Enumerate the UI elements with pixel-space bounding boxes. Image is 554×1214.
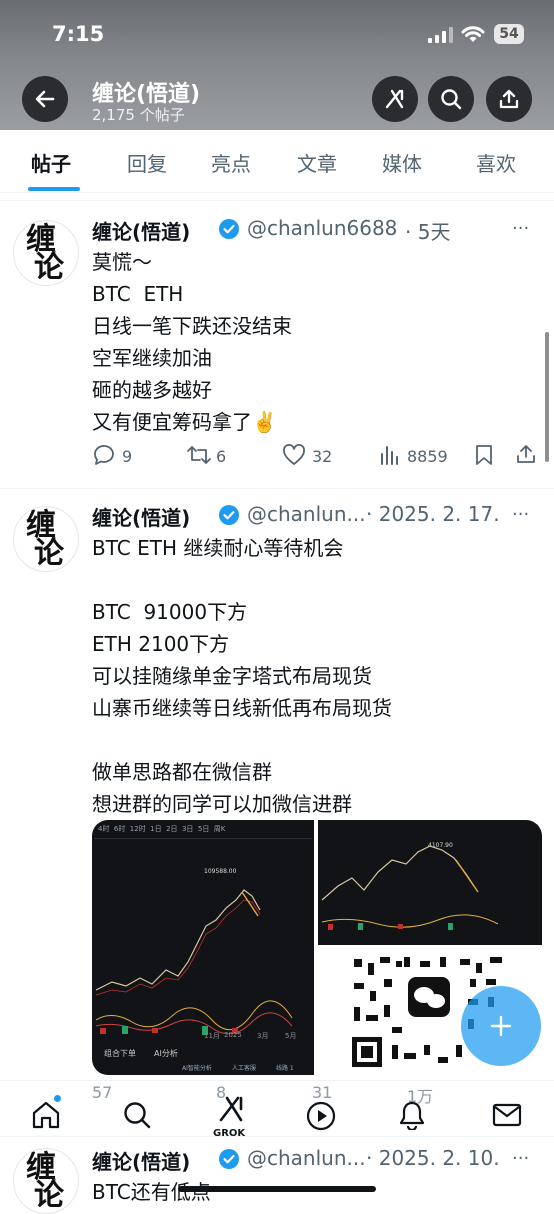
tab-likes[interactable]: 喜欢 [476,148,516,177]
candlestick-chart-right [321,845,499,930]
tab-replies[interactable]: 回复 [127,148,167,177]
divider [0,200,554,201]
active-tab-indicator [28,187,80,191]
chart-footer-item: AI智能分析 [182,1065,212,1072]
verified-badge-icon [219,505,239,525]
avatar-char: 论 [34,536,64,571]
avatar[interactable]: 缠 论 [13,506,79,572]
messages-envelope-icon[interactable] [492,1102,522,1128]
repost-count: 6 [216,447,227,466]
avatar-char: 论 [34,250,64,285]
back-button[interactable] [22,76,68,122]
scrollbar[interactable] [545,332,549,462]
reply-count: 9 [122,447,133,466]
compose-fab[interactable] [461,986,541,1066]
search-icon [441,89,462,110]
wifi-icon [461,26,485,42]
plus-icon [490,1015,512,1037]
chart-image-right[interactable]: 4107.90 [318,820,542,945]
chart-footer-item: 人工客服 [232,1065,257,1072]
grok-icon [385,89,404,109]
verified-badge-icon [219,219,239,239]
avatar[interactable]: 缠 论 [13,1148,79,1214]
video-play-icon[interactable] [305,1100,337,1132]
repost-icon[interactable] [186,444,212,466]
chart-footer-item: 线路 1 [276,1065,294,1072]
author-handle[interactable]: @chanlun6688 [247,216,397,240]
chart-axis-label: 2025 [224,1031,242,1039]
post-text: BTC还有低点 [92,1180,211,1204]
chart-axis-label: 5月 [285,1032,297,1040]
bottom-nav [0,1080,554,1137]
author-name[interactable]: 缠论(悟道) [92,216,190,245]
chart-axis-label: 11月 [204,1032,220,1040]
notification-dot [54,1095,61,1102]
grok-label[interactable]: GROK [213,1128,245,1139]
divider [94,838,312,839]
post-text: 莫慌～ BTC ETH 日线一笔下跌还没结束 空军继续加油 砸的越多越好 又有便… [92,250,292,434]
view-count: 8859 [407,447,448,466]
like-icon[interactable] [282,444,306,466]
reply-icon[interactable] [92,444,116,466]
home-icon[interactable] [30,1100,62,1130]
chart-axis-label: 3月 [257,1032,269,1040]
notifications-bell-icon[interactable] [398,1100,426,1130]
share-profile-button[interactable] [486,76,532,122]
author-name[interactable]: 缠论(悟道) [92,502,190,531]
tab-highlights[interactable]: 亮点 [211,148,251,177]
grok-button[interactable] [372,76,418,122]
avatar[interactable]: 缠 论 [13,220,79,286]
more-options-icon[interactable]: ··· [512,1148,529,1169]
grok-icon[interactable] [216,1094,246,1124]
author-name[interactable]: 缠论(悟道) [92,1146,190,1175]
post-time[interactable]: · 2025. 2. 10. [366,1146,500,1170]
more-options-icon[interactable]: ··· [512,504,529,525]
post-text: BTC ETH 继续耐心等待机会 BTC 91000下方 ETH 2100下方 … [92,536,392,816]
status-time: 7:15 [52,22,105,46]
bookmark-icon[interactable] [474,444,494,466]
chart-toolbar: 4时 6时 12时 1日 2日 3日 5日 周K [98,825,226,833]
tab-posts[interactable]: 帖子 [31,148,71,177]
chart-image-left[interactable]: 4时 6时 12时 1日 2日 3日 5日 周K 109588.00 11月 2… [92,820,314,1075]
cellular-signal-icon [428,27,453,43]
avatar-char: 论 [34,1178,64,1213]
chart-tab: 组合下单 [104,1049,136,1058]
divider [0,488,554,489]
views-icon[interactable] [379,444,401,466]
search-icon[interactable] [122,1100,152,1130]
post-count: 2,175 个帖子 [92,106,185,124]
tab-media[interactable]: 媒体 [382,148,422,177]
candlestick-chart-left [95,889,293,1035]
reply-count: 57 [92,1083,113,1102]
post-time[interactable]: · 2025. 2. 17. [366,502,500,526]
share-icon [499,89,519,109]
verified-badge-icon [219,1149,239,1169]
chart-tab: AI分析 [154,1049,178,1058]
post-time[interactable]: · 5天 [405,216,450,245]
author-handle[interactable]: @chanlun... [247,1146,366,1170]
author-handle[interactable]: @chanlun... [247,502,366,526]
tab-articles[interactable]: 文章 [297,148,337,177]
share-icon[interactable] [515,443,537,465]
like-count: 32 [312,447,333,466]
back-arrow-icon [35,90,55,108]
profile-tabs: 帖子 回复 亮点 文章 媒体 喜欢 [0,130,554,193]
more-options-icon[interactable]: ··· [512,218,529,239]
search-button[interactable] [428,76,474,122]
divider [0,1136,554,1137]
home-indicator[interactable] [178,1186,376,1192]
battery-indicator: 54 [494,24,524,44]
